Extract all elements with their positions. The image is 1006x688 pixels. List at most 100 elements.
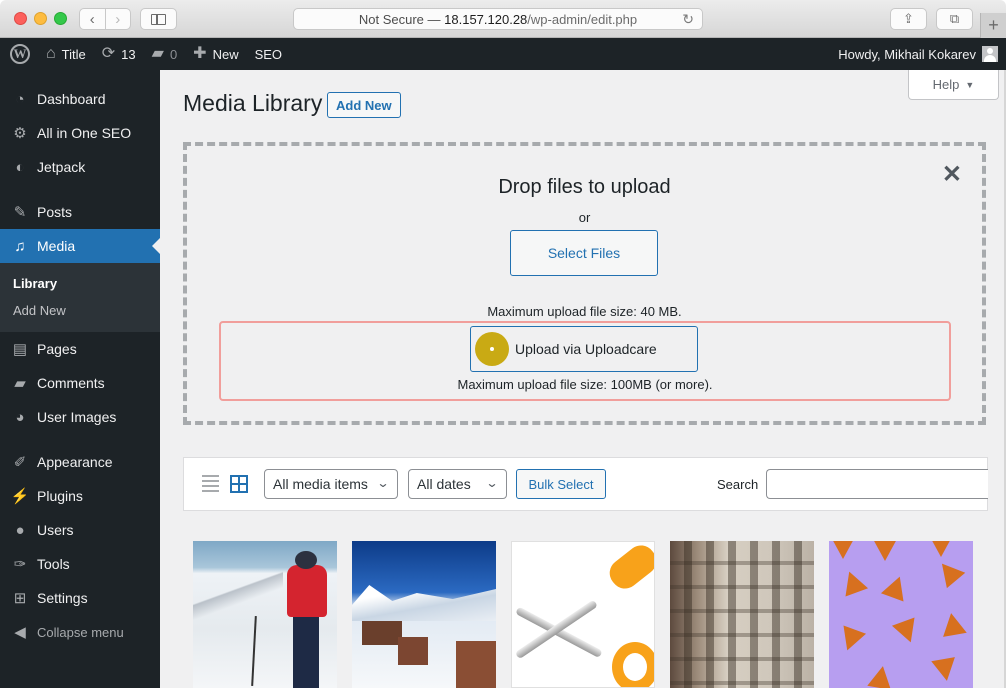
- comments-count: 0: [169, 46, 178, 62]
- chevron-down-icon: ⌄: [376, 476, 390, 490]
- sidebar-item-label: Jetpack: [37, 159, 86, 175]
- sidebar-item-label: Dashboard: [37, 91, 106, 107]
- sidebar-item-tools[interactable]: ✑ Tools: [0, 547, 160, 581]
- admin-menu: ◔ Dashboard ⚙ All in One SEO ◐ Jetpack ✎…: [0, 70, 160, 688]
- sidebar-item-label: All in One SEO: [37, 125, 132, 141]
- media-submenu: Library Add New: [0, 263, 160, 332]
- back-button[interactable]: ‹: [80, 9, 105, 29]
- settings-icon: ⊞: [13, 590, 27, 607]
- sidebar-icon: [151, 13, 166, 25]
- site-name-link[interactable]: ⌂ Title: [38, 38, 94, 70]
- sidebar-item-dashboard[interactable]: ◔ Dashboard: [0, 82, 160, 116]
- media-type-value: All media items: [273, 476, 368, 492]
- show-tabs-button[interactable]: ⧉: [936, 8, 973, 30]
- address-bar[interactable]: Not Secure — 18.157.120.28 /wp-admin/edi…: [293, 8, 703, 30]
- upload-via-uploadcare-button[interactable]: Upload via Uploadcare: [470, 326, 698, 372]
- uploadcare-max-size: Maximum upload file size: 100MB (or more…: [457, 377, 713, 392]
- media-type-filter[interactable]: All media items ⌄: [264, 469, 398, 499]
- menu-separator: [0, 434, 160, 445]
- media-toolbar: All media items ⌄ All dates ⌄ Bulk Selec…: [183, 457, 988, 511]
- updates-count: 13: [121, 46, 136, 62]
- sidebar-item-label: Users: [37, 522, 74, 538]
- media-thumbnail-building[interactable]: [670, 541, 814, 688]
- browser-toolbar: ‹ › Not Secure — 18.157.120.28 /wp-admin…: [0, 0, 1006, 38]
- date-filter-value: All dates: [417, 476, 471, 492]
- avatar: [982, 46, 998, 62]
- comments-link[interactable]: ▰ 0: [144, 38, 186, 70]
- chevron-down-icon: ⌄: [485, 476, 499, 490]
- my-account-menu[interactable]: Howdy, Mikhail Kokarev: [838, 46, 1006, 62]
- sidebar-item-label: Media: [37, 238, 76, 254]
- media-thumbnail-scissors[interactable]: [511, 541, 655, 688]
- user-icon: ●: [15, 521, 25, 539]
- reload-icon[interactable]: ↻: [682, 11, 694, 28]
- max-upload-size: Maximum upload file size: 40 MB.: [487, 304, 682, 319]
- wordpress-logo-icon: W: [10, 44, 30, 64]
- comment-icon: ▰: [151, 45, 164, 62]
- sidebar-item-label: Posts: [37, 204, 73, 220]
- sidebar-item-label: Pages: [37, 341, 77, 357]
- media-thumbnail-skier[interactable]: [193, 541, 337, 688]
- select-files-button[interactable]: Select Files: [510, 230, 658, 276]
- bulk-select-button[interactable]: Bulk Select: [516, 469, 606, 499]
- caret-down-icon: ▼: [965, 79, 975, 90]
- submenu-item-add-new[interactable]: Add New: [0, 297, 160, 324]
- comment-icon: ▰: [14, 375, 26, 392]
- sidebar-item-media[interactable]: ♫ Media: [0, 229, 160, 263]
- sidebar-item-label: Settings: [37, 590, 88, 606]
- collapse-menu-button[interactable]: ◀ Collapse menu: [0, 615, 160, 649]
- sidebar-item-label: Comments: [37, 375, 105, 391]
- sidebar-item-comments[interactable]: ▰ Comments: [0, 366, 160, 400]
- history-nav: ‹ ›: [79, 8, 131, 30]
- submenu-item-library[interactable]: Library: [0, 270, 160, 297]
- share-button[interactable]: ⇪: [890, 8, 927, 30]
- pin-icon: ✎: [13, 204, 27, 221]
- grid-view-icon[interactable]: [230, 475, 248, 493]
- share-icon: ⇪: [903, 11, 914, 26]
- zoom-window-button[interactable]: [54, 12, 67, 25]
- add-new-button[interactable]: Add New: [327, 92, 401, 118]
- uploadcare-logo-icon: [475, 332, 509, 366]
- url-host: 18.157.120.28: [444, 11, 528, 27]
- home-icon: ⌂: [46, 45, 56, 62]
- sidebar-toggle-button[interactable]: [140, 8, 177, 30]
- page-title: Media Library: [183, 90, 323, 116]
- new-content-link[interactable]: ✚ New: [185, 38, 246, 70]
- close-window-button[interactable]: [14, 12, 27, 25]
- help-button[interactable]: Help ▼: [908, 70, 999, 100]
- updates-link[interactable]: ⟳ 13: [94, 38, 144, 70]
- dashboard-icon: ◔: [15, 90, 25, 108]
- sidebar-item-user-images[interactable]: ◕ User Images: [0, 400, 160, 434]
- new-tab-button[interactable]: +: [980, 13, 1006, 38]
- site-title: Title: [61, 46, 86, 62]
- sidebar-item-label: Collapse menu: [37, 624, 124, 640]
- search-input[interactable]: [766, 469, 988, 499]
- forward-button[interactable]: ›: [104, 9, 131, 29]
- minimize-window-button[interactable]: [34, 12, 47, 25]
- sidebar-item-all-in-one-seo[interactable]: ⚙ All in One SEO: [0, 116, 160, 150]
- search-label: Search: [717, 477, 759, 492]
- media-thumbnail-chips[interactable]: [829, 541, 973, 688]
- plus-icon: ✚: [193, 45, 207, 62]
- sidebar-item-jetpack[interactable]: ◐ Jetpack: [0, 150, 160, 184]
- sidebar-item-appearance[interactable]: ✐ Appearance: [0, 445, 160, 479]
- sidebar-item-posts[interactable]: ✎ Posts: [0, 195, 160, 229]
- jetpack-icon: ◐: [15, 158, 25, 176]
- list-view-icon[interactable]: [202, 475, 219, 492]
- media-icon: ♫: [14, 237, 26, 255]
- media-thumbnail-alps[interactable]: [352, 541, 496, 688]
- admin-bar: W ⌂ Title ⟳ 13 ▰ 0 ✚ New SEO Howdy, Mikh…: [0, 38, 1006, 70]
- upload-dropzone[interactable]: ✕ Drop files to upload or Select Files M…: [183, 142, 986, 425]
- sidebar-item-pages[interactable]: ▤ Pages: [0, 332, 160, 366]
- sidebar-item-settings[interactable]: ⊞ Settings: [0, 581, 160, 615]
- plug-icon: ⚡: [10, 488, 30, 505]
- drop-title: Drop files to upload: [498, 176, 671, 198]
- sidebar-item-label: User Images: [37, 409, 117, 425]
- uploadcare-panel: Upload via Uploadcare Maximum upload fil…: [219, 321, 951, 401]
- sidebar-item-plugins[interactable]: ⚡ Plugins: [0, 479, 160, 513]
- sidebar-item-users[interactable]: ● Users: [0, 513, 160, 547]
- pages-icon: ▤: [12, 341, 28, 358]
- wp-logo-menu[interactable]: W: [0, 38, 38, 70]
- date-filter[interactable]: All dates ⌄: [408, 469, 507, 499]
- seo-link[interactable]: SEO: [247, 38, 290, 70]
